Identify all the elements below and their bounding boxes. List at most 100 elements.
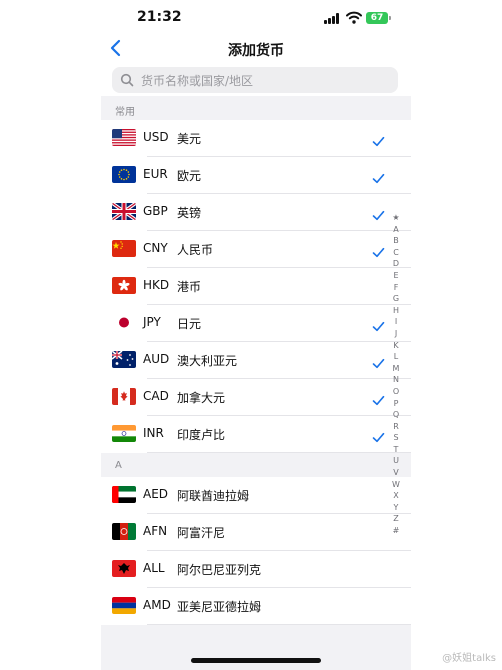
currency-row-cad[interactable]: CAD 加拿大元 (101, 379, 411, 416)
currency-code: USD (143, 130, 169, 144)
currency-name: 阿尔巴尼亚列克 (177, 563, 262, 577)
currency-name: 阿富汗尼 (177, 526, 226, 540)
jp-flag-icon (112, 314, 136, 331)
currency-code: ALL (143, 561, 165, 575)
row-divider (147, 624, 411, 625)
checkmark-icon (372, 206, 385, 221)
wifi-icon (346, 11, 362, 24)
currency-name: 英镑 (177, 206, 202, 220)
uk-flag-icon (112, 203, 136, 220)
al-flag-icon (112, 560, 136, 577)
currency-row-all[interactable]: ALL 阿尔巴尼亚列克 (101, 551, 411, 588)
currency-list[interactable]: 常用 USD 美元 EUR 欧元 GBP 英镑 CNY 人民币 HKD 港币 JPY 日元 AUD 澳大利亚… (101, 96, 411, 670)
currency-code: AED (143, 487, 169, 501)
currency-name: 欧元 (177, 169, 202, 183)
eu-flag-icon (112, 166, 136, 183)
index-letter-x[interactable]: X (389, 490, 403, 502)
section-index-bar[interactable]: ★ A B C D E F G H I J K L M N O P Q R S T U V W X Y Z # (389, 212, 403, 537)
index-letter-q[interactable]: Q (389, 409, 403, 421)
search-placeholder: 货币名称或国家/地区 (141, 74, 254, 88)
battery-icon: 67 (366, 12, 391, 24)
checkmark-icon (372, 317, 385, 332)
currency-row-inr[interactable]: INR 印度卢比 (101, 416, 411, 453)
section-header: 常用 (101, 96, 411, 120)
currency-row-aud[interactable]: AUD 澳大利亚元 (101, 342, 411, 379)
currency-row-gbp[interactable]: GBP 英镑 (101, 194, 411, 231)
index-letter-l[interactable]: L (389, 351, 403, 363)
currency-name: 印度卢比 (177, 428, 226, 442)
navigation-bar: 添加货币 (101, 34, 411, 64)
cn-flag-icon (112, 240, 136, 257)
section-header: A (101, 453, 411, 477)
currency-row-eur[interactable]: EUR 欧元 (101, 157, 411, 194)
cellular-signal-icon (324, 13, 342, 24)
currency-row-jpy[interactable]: JPY 日元 (101, 305, 411, 342)
index-letter-h[interactable]: H (389, 305, 403, 317)
currency-name: 澳大利亚元 (177, 354, 238, 368)
index-letter-n[interactable]: N (389, 374, 403, 386)
index-letter-star[interactable]: ★ (389, 212, 403, 224)
index-letter-m[interactable]: M (389, 363, 403, 375)
index-letter-o[interactable]: O (389, 386, 403, 398)
checkmark-icon (372, 428, 385, 443)
section-header-label: 常用 (115, 107, 135, 118)
hk-flag-icon (112, 277, 136, 294)
index-letter-e[interactable]: E (389, 270, 403, 282)
currency-code: HKD (143, 278, 170, 292)
index-letter-w[interactable]: W (389, 479, 403, 491)
currency-row-hkd[interactable]: HKD 港币 (101, 268, 411, 305)
status-time: 21:32 (137, 9, 182, 25)
checkmark-icon (372, 354, 385, 369)
watermark: @妖姐talks (442, 653, 496, 664)
index-letter-a[interactable]: A (389, 224, 403, 236)
index-letter-v[interactable]: V (389, 467, 403, 479)
index-letter-b[interactable]: B (389, 235, 403, 247)
currency-code: INR (143, 426, 164, 440)
currency-code: AMD (143, 598, 171, 612)
ae-flag-icon (112, 486, 136, 503)
currency-row-usd[interactable]: USD 美元 (101, 120, 411, 157)
currency-name: 港币 (177, 280, 202, 294)
index-letter-d[interactable]: D (389, 258, 403, 270)
currency-row-afn[interactable]: AFN 阿富汗尼 (101, 514, 411, 551)
currency-name: 亚美尼亚德拉姆 (177, 600, 262, 614)
currency-row-aed[interactable]: AED 阿联酋迪拉姆 (101, 477, 411, 514)
index-letter-s[interactable]: S (389, 432, 403, 444)
index-letter-u[interactable]: U (389, 455, 403, 467)
page-title: 添加货币 (228, 43, 284, 59)
phone-screen: 21:32 67 添加货币 货币名称或国家/地区 常用 USD 美元 EUR 欧元 GBP… (101, 0, 411, 670)
currency-name: 人民币 (177, 243, 214, 257)
am-flag-icon (112, 597, 136, 614)
au-flag-icon (112, 351, 136, 368)
currency-code: JPY (143, 315, 161, 329)
checkmark-icon (372, 132, 385, 147)
currency-code: CAD (143, 389, 169, 403)
search-icon (120, 73, 134, 87)
index-letter-t[interactable]: T (389, 444, 403, 456)
index-letter-hash[interactable]: # (389, 525, 403, 537)
index-letter-p[interactable]: P (389, 398, 403, 410)
currency-code: CNY (143, 241, 168, 255)
index-letter-f[interactable]: F (389, 282, 403, 294)
currency-code: AUD (143, 352, 170, 366)
currency-row-cny[interactable]: CNY 人民币 (101, 231, 411, 268)
index-letter-k[interactable]: K (389, 340, 403, 352)
index-letter-c[interactable]: C (389, 247, 403, 259)
currency-name: 日元 (177, 317, 202, 331)
search-field[interactable]: 货币名称或国家/地区 (112, 67, 398, 93)
index-letter-y[interactable]: Y (389, 502, 403, 514)
ca-flag-icon (112, 388, 136, 405)
currency-name: 阿联酋迪拉姆 (177, 489, 250, 503)
currency-code: AFN (143, 524, 168, 538)
currency-code: GBP (143, 204, 168, 218)
home-indicator (191, 658, 321, 663)
status-bar: 21:32 67 (101, 0, 411, 34)
index-letter-g[interactable]: G (389, 293, 403, 305)
section-header-label: A (115, 460, 122, 471)
index-letter-z[interactable]: Z (389, 513, 403, 525)
index-letter-i[interactable]: I (389, 316, 403, 328)
currency-row-amd[interactable]: AMD 亚美尼亚德拉姆 (101, 588, 411, 625)
index-letter-r[interactable]: R (389, 421, 403, 433)
index-letter-j[interactable]: J (389, 328, 403, 340)
checkmark-icon (372, 243, 385, 258)
